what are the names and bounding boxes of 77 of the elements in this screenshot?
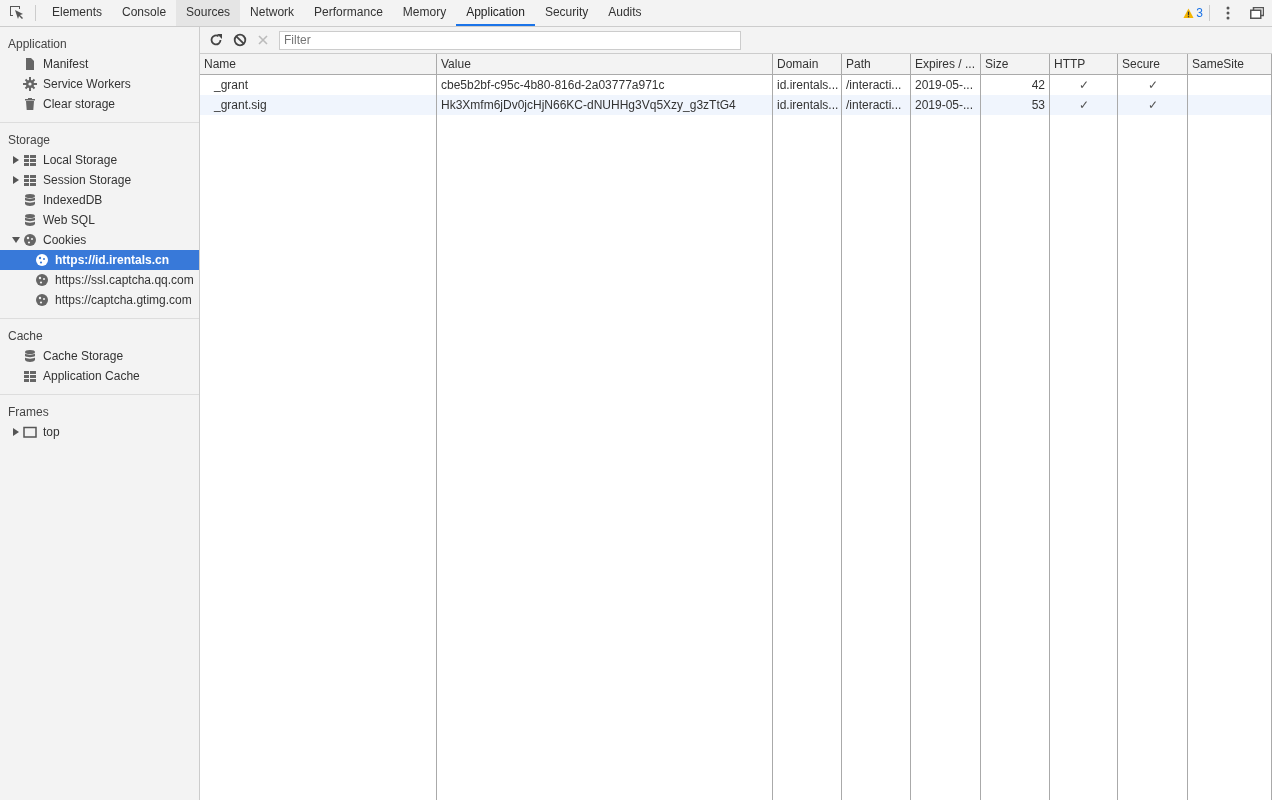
tab[interactable]: Memory bbox=[392, 0, 457, 26]
table-cell: /interacti... bbox=[846, 78, 902, 92]
file-icon bbox=[23, 57, 37, 71]
sidebar-item[interactable]: Local Storage bbox=[0, 150, 199, 170]
section-title: Cache bbox=[7, 328, 44, 345]
column-header[interactable]: SameSite bbox=[1188, 54, 1272, 74]
table-cell: _grant bbox=[214, 78, 249, 92]
table-cell: 2019-05-... bbox=[915, 98, 974, 112]
sidebar-item[interactable]: Application Cache bbox=[0, 366, 199, 386]
filter-field[interactable]: Filter bbox=[279, 30, 741, 50]
table-cell: ✓ bbox=[1078, 78, 1089, 92]
dock-icon[interactable] bbox=[1250, 7, 1264, 19]
sidebar-item[interactable]: https://id.irentals.cn bbox=[0, 250, 199, 270]
table-cell: 53 bbox=[1031, 98, 1045, 112]
sidebar-item[interactable]: Web SQL bbox=[0, 210, 199, 230]
table-cell: /interacti... bbox=[846, 98, 902, 112]
table-cell: ✓ bbox=[1147, 98, 1158, 112]
clear-all-icon[interactable] bbox=[233, 33, 247, 47]
table-cell: id.irentals... bbox=[777, 98, 839, 112]
frame-icon bbox=[23, 425, 37, 439]
section-title: Application bbox=[7, 36, 68, 53]
tab[interactable]: Audits bbox=[598, 0, 652, 26]
expand-arrow-icon[interactable] bbox=[12, 428, 20, 436]
more-menu-icon[interactable] bbox=[1226, 6, 1230, 20]
expand-arrow-icon[interactable] bbox=[12, 236, 20, 244]
section-title: Storage bbox=[7, 132, 52, 149]
trash-icon bbox=[23, 97, 37, 111]
cookie-icon bbox=[35, 253, 49, 267]
column-header[interactable]: Secure bbox=[1118, 54, 1188, 74]
refresh-icon[interactable] bbox=[209, 33, 223, 47]
sidebar-item[interactable]: https://captcha.gtimg.com bbox=[0, 290, 199, 310]
column-header[interactable]: Value bbox=[437, 54, 773, 74]
column-header[interactable]: Size bbox=[981, 54, 1050, 74]
column-header[interactable]: Expires / ... bbox=[911, 54, 981, 74]
sidebar-item[interactable]: https://ssl.captcha.qq.com bbox=[0, 270, 199, 290]
table-cell: ✓ bbox=[1078, 98, 1089, 112]
tab[interactable]: Security bbox=[534, 0, 599, 26]
column-header[interactable]: Name bbox=[200, 54, 437, 74]
cookie-icon bbox=[35, 273, 49, 287]
tab[interactable]: Console bbox=[112, 0, 177, 26]
database-icon bbox=[23, 349, 37, 363]
table-cell: ✓ bbox=[1147, 78, 1158, 92]
expand-arrow-icon[interactable] bbox=[12, 176, 20, 184]
warning-icon bbox=[1183, 7, 1195, 19]
grid-icon bbox=[23, 153, 37, 167]
table-cell: Hk3Xmfm6jDv0jcHjN66KC-dNUHHg3Vq5Xzy_g3zTtG4 bbox=[441, 98, 736, 112]
table-cell: _grant.sig bbox=[214, 98, 267, 112]
tab[interactable]: Sources bbox=[176, 0, 241, 26]
column-header[interactable]: Path bbox=[842, 54, 911, 74]
sidebar-item[interactable]: Service Workers bbox=[0, 74, 199, 94]
cookie-icon bbox=[23, 233, 37, 247]
grid-icon bbox=[23, 173, 37, 187]
database-icon bbox=[23, 213, 37, 227]
sidebar-item[interactable]: Session Storage bbox=[0, 170, 199, 190]
warning-count[interactable]: 3 bbox=[1196, 6, 1203, 20]
tab[interactable]: Network bbox=[240, 0, 305, 26]
table-cell: 42 bbox=[1031, 78, 1045, 92]
column-header[interactable]: HTTP bbox=[1050, 54, 1118, 74]
tab[interactable]: Elements bbox=[42, 0, 113, 26]
grid-icon bbox=[23, 369, 37, 383]
section-title: Frames bbox=[7, 404, 50, 421]
cursor-icon[interactable] bbox=[9, 5, 25, 21]
column-header[interactable]: Domain bbox=[773, 54, 842, 74]
table-cell: cbe5b2bf-c95c-4b80-816d-2a03777a971c bbox=[441, 78, 665, 92]
sidebar-item[interactable]: IndexedDB bbox=[0, 190, 199, 210]
gear-icon bbox=[23, 77, 37, 91]
tab[interactable]: Performance bbox=[304, 0, 393, 26]
database-icon bbox=[23, 193, 37, 207]
table-cell: id.irentals... bbox=[777, 78, 839, 92]
sidebar-item[interactable]: Clear storage bbox=[0, 94, 199, 114]
expand-arrow-icon[interactable] bbox=[12, 156, 20, 164]
table-cell: 2019-05-... bbox=[915, 78, 974, 92]
sidebar-item[interactable]: top bbox=[0, 422, 199, 442]
cookie-icon bbox=[35, 293, 49, 307]
sidebar-item[interactable]: Manifest bbox=[0, 54, 199, 74]
sidebar-item[interactable]: Cache Storage bbox=[0, 346, 199, 366]
sidebar-item[interactable]: Cookies bbox=[0, 230, 199, 250]
